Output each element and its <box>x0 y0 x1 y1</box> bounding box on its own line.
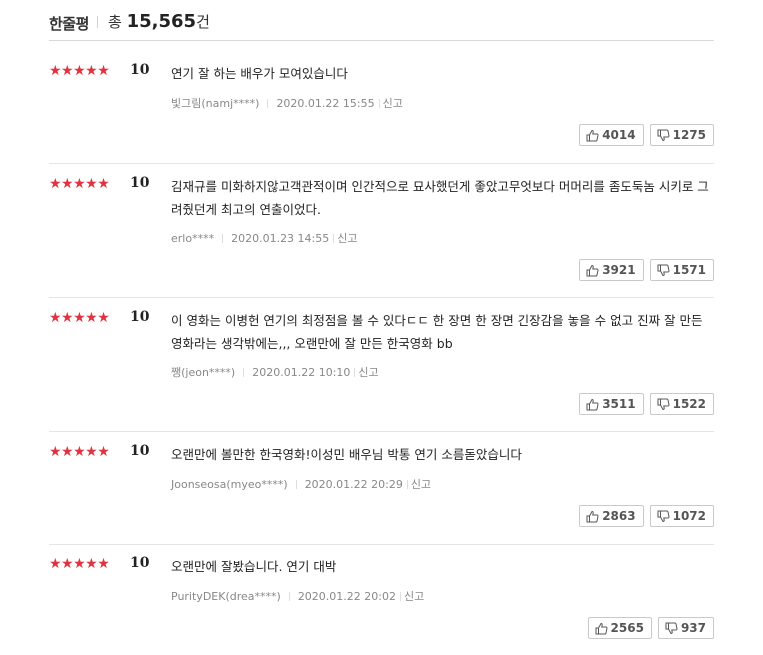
dislike-button[interactable]: 1072 <box>649 505 714 527</box>
divider <box>222 234 224 243</box>
total-number: 15,565 <box>126 11 197 32</box>
thumbs-up-icon <box>595 622 608 635</box>
review-section: 한줄평 총 15,565건 ★★★★★ 10 연기 잘 하는 배우가 모여있습니… <box>0 0 763 655</box>
thumbs-down-icon <box>657 398 670 411</box>
review-item: ★★★★★ 10 연기 잘 하는 배우가 모여있습니다 빛그림(namj****… <box>49 57 714 164</box>
thumbs-up-icon <box>586 398 599 411</box>
divider <box>378 99 380 108</box>
score: 10 <box>130 309 150 325</box>
review-meta: PurityDEK(drea****) 2020.01.22 20:02 신고 <box>171 588 424 604</box>
review-header: 한줄평 총 15,565건 <box>49 10 714 41</box>
like-count: 2565 <box>610 621 644 635</box>
like-button[interactable]: 4014 <box>579 124 644 146</box>
review-text: 오랜만에 볼만한 한국영화!이성민 배우님 박통 연기 소름돋았습니다 <box>171 447 522 462</box>
report-link[interactable]: 신고 <box>383 97 403 110</box>
divider <box>333 234 335 243</box>
like-count: 3921 <box>602 263 636 277</box>
thumbs-up-icon <box>586 510 599 523</box>
review-date: 2020.01.22 20:02 <box>297 590 396 603</box>
user-name[interactable]: 빛그림(namj****) <box>171 97 259 110</box>
star-rating: ★★★★★ <box>49 63 110 79</box>
review-meta: Joonseosa(myeo****) 2020.01.22 20:29 신고 <box>171 476 431 492</box>
thumbs-down-icon <box>657 129 670 142</box>
vote-buttons: 2565 937 <box>582 617 714 639</box>
total-label: 총 <box>108 13 122 31</box>
vote-buttons: 2863 1072 <box>573 505 714 527</box>
score: 10 <box>130 443 150 459</box>
user-name[interactable]: Joonseosa(myeo****) <box>171 478 288 491</box>
score: 10 <box>130 62 150 78</box>
like-count: 3511 <box>602 397 636 411</box>
review-text: 오랜만에 잘봤습니다. 연기 대박 <box>171 559 337 574</box>
review-date: 2020.01.22 15:55 <box>276 97 375 110</box>
like-button[interactable]: 2565 <box>587 617 652 639</box>
thumbs-down-icon <box>657 510 670 523</box>
user-name[interactable]: erlo**** <box>171 232 214 245</box>
divider <box>288 592 290 601</box>
report-link[interactable]: 신고 <box>358 366 378 379</box>
vote-buttons: 3921 1571 <box>573 259 714 281</box>
user-name[interactable]: PurityDEK(drea****) <box>171 590 281 603</box>
like-button[interactable]: 3511 <box>579 393 644 415</box>
review-date: 2020.01.22 10:10 <box>252 366 351 379</box>
dislike-button[interactable]: 1275 <box>649 124 714 146</box>
divider <box>400 592 401 601</box>
review-item: ★★★★★ 10 김재규를 미화하지않고객관적이며 인간적으로 묘사했던게 좋았… <box>49 170 714 298</box>
dislike-count: 1571 <box>672 263 706 277</box>
vote-buttons: 4014 1275 <box>573 124 714 146</box>
total-unit: 건 <box>196 13 210 31</box>
thumbs-down-icon <box>665 622 678 635</box>
thumbs-up-icon <box>586 129 599 142</box>
like-count: 4014 <box>602 128 636 142</box>
review-meta: erlo**** 2020.01.23 14:55 신고 <box>171 230 358 246</box>
report-link[interactable]: 신고 <box>337 232 357 245</box>
review-item: ★★★★★ 10 이 영화는 이병헌 연기의 최정점을 볼 수 있다ㄷㄷ 한 장… <box>49 304 714 432</box>
like-button[interactable]: 3921 <box>579 259 644 281</box>
vote-buttons: 3511 1522 <box>573 393 714 415</box>
like-count: 2863 <box>602 509 636 523</box>
star-rating: ★★★★★ <box>49 176 110 192</box>
review-text: 연기 잘 하는 배우가 모여있습니다 <box>171 66 348 81</box>
divider <box>295 480 297 489</box>
review-item: ★★★★★ 10 오랜만에 잘봤습니다. 연기 대박 PurityDEK(dre… <box>49 550 714 654</box>
review-date: 2020.01.22 20:29 <box>304 478 403 491</box>
score: 10 <box>130 175 150 191</box>
review-meta: 빛그림(namj****) 2020.01.22 15:55 신고 <box>171 95 403 111</box>
dislike-button[interactable]: 1571 <box>649 259 714 281</box>
divider <box>267 99 269 108</box>
thumbs-down-icon <box>657 264 670 277</box>
star-rating: ★★★★★ <box>49 310 110 326</box>
report-link[interactable]: 신고 <box>411 478 431 491</box>
thumbs-up-icon <box>586 264 599 277</box>
score: 10 <box>130 555 150 571</box>
divider <box>354 368 356 377</box>
dislike-count: 1072 <box>672 509 706 523</box>
user-name[interactable]: 쨍(jeon****) <box>171 366 235 379</box>
like-button[interactable]: 2863 <box>579 505 644 527</box>
star-rating: ★★★★★ <box>49 556 110 572</box>
divider <box>243 368 245 377</box>
report-link[interactable]: 신고 <box>404 590 424 603</box>
total-count: 총 15,565건 <box>108 11 210 32</box>
review-meta: 쨍(jeon****) 2020.01.22 10:10 신고 <box>171 364 379 380</box>
divider <box>97 16 98 28</box>
review-date: 2020.01.23 14:55 <box>231 232 330 245</box>
section-title: 한줄평 <box>49 15 89 33</box>
dislike-count: 1275 <box>672 128 706 142</box>
review-text: 이 영화는 이병헌 연기의 최정점을 볼 수 있다ㄷㄷ 한 장면 한 장면 긴장… <box>171 313 703 351</box>
dislike-button[interactable]: 937 <box>657 617 714 639</box>
dislike-button[interactable]: 1522 <box>649 393 714 415</box>
review-item: ★★★★★ 10 오랜만에 볼만한 한국영화!이성민 배우님 박통 연기 소름돋… <box>49 438 714 545</box>
dislike-count: 1522 <box>672 397 706 411</box>
dislike-count: 937 <box>680 621 706 635</box>
star-rating: ★★★★★ <box>49 444 110 460</box>
divider <box>406 480 408 489</box>
review-text: 김재규를 미화하지않고객관적이며 인간적으로 묘사했던게 좋았고무엇보다 머머리… <box>171 179 709 217</box>
